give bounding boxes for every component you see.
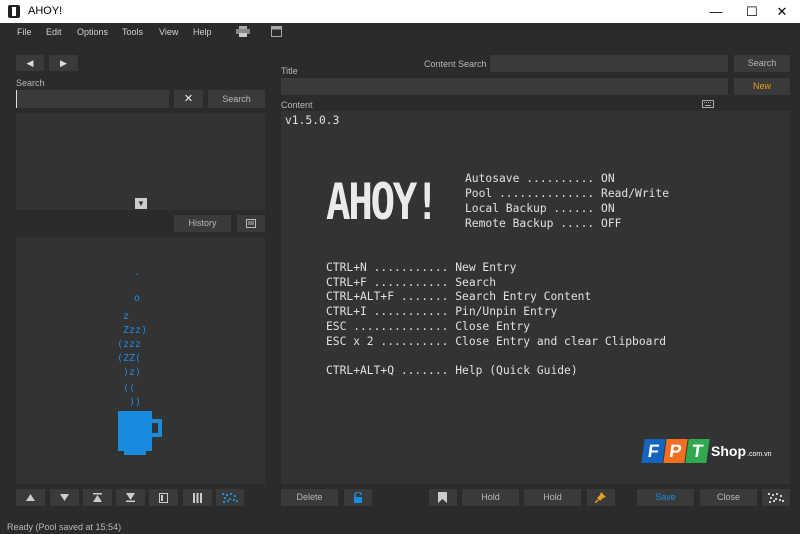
status-line-remote-backup: Remote Backup ..... OFF (465, 217, 622, 230)
close-entry-button[interactable]: Close (700, 489, 757, 506)
shortcut-line: ESC .............. Close Entry (326, 320, 531, 333)
move-down-button[interactable] (50, 489, 79, 506)
search-label: Search (16, 78, 45, 88)
status-line-local-backup: Local Backup ...... ON (465, 202, 615, 215)
pin-icon (595, 492, 606, 503)
shortcut-line: CTRL+N ........... New Entry (326, 261, 517, 274)
status-line-autosave: Autosave .......... ON (465, 172, 615, 185)
title-input[interactable] (281, 78, 728, 95)
watermark-shop: Shop (711, 443, 746, 459)
nav-forward-button[interactable]: ▶ (49, 55, 78, 71)
pattern-button[interactable] (216, 489, 244, 506)
watermark-letter: P (663, 439, 688, 463)
move-bottom-button[interactable] (116, 489, 145, 506)
menu-file[interactable]: File (17, 27, 32, 37)
cup-art-line: )) (117, 397, 142, 408)
content-search-button[interactable]: Search (734, 55, 790, 72)
nav-back-button[interactable]: ◀ (16, 55, 44, 71)
history-button[interactable]: History (174, 215, 231, 232)
delete-button[interactable]: Delete (281, 489, 338, 506)
shortcut-line: CTRL+F ........... Search (326, 276, 497, 289)
search-results-list[interactable] (16, 113, 265, 210)
cup-art-line: (ZZ( (117, 353, 142, 364)
collapse-results-button[interactable]: ▼ (135, 198, 147, 209)
columns-button[interactable] (183, 489, 212, 506)
menu-help[interactable]: Help (193, 27, 212, 37)
save-button[interactable]: Save (637, 489, 694, 506)
cup-art-line: )z) (117, 367, 142, 378)
minimize-button[interactable]: — (698, 0, 734, 23)
search-button[interactable]: Search (208, 90, 265, 108)
version-text: v1.5.0.3 (285, 114, 340, 127)
notebook-button[interactable] (149, 489, 178, 506)
status-bar: Ready (Pool saved at 15:54) (0, 519, 800, 534)
menu-edit[interactable]: Edit (46, 27, 62, 37)
watermark-letter: T (685, 439, 710, 463)
close-window-button[interactable]: ✕ (764, 0, 800, 23)
ahoy-logo: AHOY! (326, 173, 440, 231)
dots-pattern-icon (768, 493, 784, 503)
hold-button-2[interactable]: Hold (524, 489, 581, 506)
shortcut-line: CTRL+I ........... Pin/Unpin Entry (326, 305, 558, 318)
bookmark-icon (438, 492, 447, 503)
fpt-shop-watermark: F P T Shop .com.vn (641, 439, 783, 467)
pattern-button-right[interactable] (762, 489, 790, 506)
cup-art-line: o (122, 293, 141, 304)
keyboard-icon[interactable] (702, 100, 714, 108)
move-to-bottom-icon (126, 493, 135, 502)
lock-icon (354, 492, 362, 503)
bookmark-button[interactable] (429, 489, 457, 506)
cup-art-line: . (122, 267, 141, 278)
history-panel[interactable]: . o z Zzz) (zzz (ZZ( )z) (( )) (16, 237, 265, 484)
watermark-domain: .com.vn (747, 451, 772, 458)
pin-button[interactable] (587, 489, 615, 506)
status-line-pool: Pool .............. Read/Write (465, 187, 670, 200)
menu-bar: File Edit Options Tools View Help (0, 23, 800, 41)
window-titlebar: AHOY! — ☐ ✕ (0, 0, 800, 23)
content-search-input[interactable] (490, 55, 728, 72)
title-label: Title (281, 66, 298, 76)
lock-button[interactable] (344, 489, 372, 506)
move-up-button[interactable] (16, 489, 45, 506)
help-shortcut-line: CTRL+ALT+Q ....... Help (Quick Guide) (326, 364, 578, 377)
shortcut-line: ESC x 2 .......... Close Entry and clear… (326, 335, 667, 348)
triangle-up-icon (26, 494, 35, 501)
history-list-button[interactable] (237, 215, 265, 232)
content-label: Content (281, 100, 313, 110)
status-text: Ready (Pool saved at 15:54) (7, 522, 122, 532)
notebook-icon (159, 493, 168, 503)
move-to-top-icon (93, 493, 102, 502)
coffee-cup-icon (118, 411, 162, 455)
window-title: AHOY! (28, 5, 63, 17)
menu-options[interactable]: Options (77, 27, 108, 37)
list-icon (246, 219, 256, 228)
cup-art-line: (zzz (117, 339, 142, 350)
menu-tools[interactable]: Tools (122, 27, 143, 37)
app-icon (8, 5, 20, 18)
cup-art-line: z (117, 311, 130, 322)
cup-art-line: Zzz) (117, 325, 148, 336)
dots-pattern-icon (222, 493, 238, 503)
move-top-button[interactable] (83, 489, 112, 506)
window-icon[interactable] (271, 26, 282, 37)
watermark-letter: F (641, 439, 666, 463)
print-icon[interactable] (236, 26, 250, 37)
triangle-down-icon (60, 494, 69, 501)
cup-art-line: (( (117, 383, 136, 394)
content-search-label: Content Search (424, 59, 487, 69)
menu-view[interactable]: View (159, 27, 178, 37)
shortcut-line: CTRL+ALT+F ....... Search Entry Content (326, 290, 592, 303)
new-entry-button[interactable]: New (734, 78, 790, 95)
hold-button-1[interactable]: Hold (462, 489, 519, 506)
columns-icon (193, 493, 202, 503)
search-input[interactable] (16, 90, 169, 108)
clear-search-button[interactable]: ✕ (174, 90, 203, 108)
